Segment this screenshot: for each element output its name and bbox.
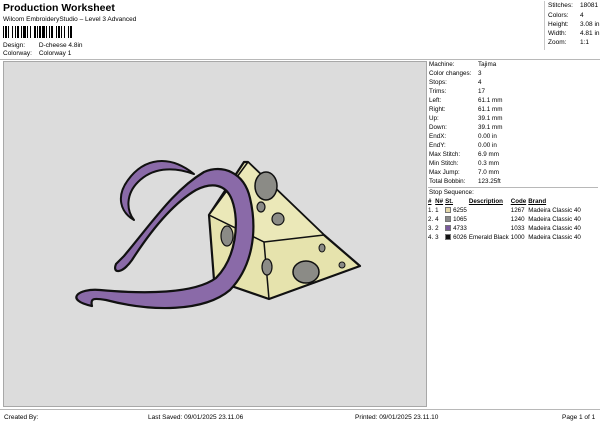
info-color-changes: Color changes: 3 <box>429 70 482 77</box>
page-title: Production Worksheet <box>3 2 115 14</box>
stop-sequence-title: Stop Sequence: <box>429 189 474 196</box>
header-divider <box>0 59 600 60</box>
info-down: Down: 39.1 mm <box>429 124 503 131</box>
colorway-row: Colorway: Colorway 1 <box>3 50 71 57</box>
stop-sequence-table: # N# St. Description Code Brand 1. 1 625… <box>428 198 583 242</box>
info-machine: Machine: Tajima <box>429 61 497 68</box>
stat-width: Width: 4.81 in <box>548 30 600 37</box>
colorway-value: Colorway 1 <box>38 50 72 57</box>
info-up: Up: 39.1 mm <box>429 115 503 122</box>
stat-zoom: Zoom: 1:1 <box>548 39 590 46</box>
stats-box: Stitches: 18081 Colors: 4 Height: 3.08 in W… <box>544 1 600 50</box>
barcode <box>3 26 72 38</box>
col-stop: # <box>428 198 432 205</box>
table-row: 1. 1 6255 1267 Madeira Classic 40 <box>428 206 581 214</box>
info-trims: Trims: 17 <box>429 88 486 95</box>
page-footer: Created By: Last Saved: 09/01/2025 23.11… <box>0 409 600 424</box>
info-right: Right: 61.1 mm <box>429 106 503 113</box>
stop-sequence-header-row: # N# St. Description Code Brand <box>428 198 583 206</box>
design-preview-canvas[interactable] <box>3 61 427 407</box>
thread-color-swatch <box>445 224 452 231</box>
col-description: Description <box>468 198 503 205</box>
created-by: Created By: <box>4 414 39 421</box>
info-stops: Stops: 4 <box>429 79 482 86</box>
stat-height: Height: 3.08 in <box>548 21 600 28</box>
col-brand: Brand <box>528 198 547 205</box>
thread-color-swatch <box>445 233 452 240</box>
machine-info-panel: Machine: Tajima Color changes: 3 Stops: 4 T… <box>428 61 598 407</box>
design-value: D-cheese 4.8in <box>38 42 83 49</box>
stat-stitches: Stitches: 18081 <box>548 2 599 9</box>
info-min-stitch: Min Stitch: 0.3 mm <box>429 160 499 167</box>
stat-colors: Colors: 4 <box>548 12 584 19</box>
info-left: Left: 61.1 mm <box>429 97 503 104</box>
thread-color-swatch <box>445 215 452 222</box>
page-number: Page 1 of 1 <box>562 414 596 421</box>
info-divider <box>428 187 598 188</box>
software-subtitle: Wilcom EmbroideryStudio – Level 3 Advanc… <box>3 16 137 23</box>
col-code: Code <box>510 198 527 205</box>
last-saved: Last Saved: 09/01/2025 23.11.06 <box>148 414 244 421</box>
info-max-jump: Max Jump: 7.0 mm <box>429 169 499 176</box>
col-stitches: St. <box>445 198 454 205</box>
info-total-bobbin: Total Bobbin: 123.25ft <box>429 178 501 185</box>
table-row: 3. 2 4733 1033 Madeira Classic 40 <box>428 224 581 232</box>
colorway-label: Colorway: <box>3 50 32 57</box>
info-endy: EndY: 0.00 in <box>429 142 497 149</box>
col-needle: N# <box>435 198 444 205</box>
worksheet-page: Production Worksheet Wilcom EmbroiderySt… <box>0 0 600 424</box>
table-row: 2. 4 1065 1240 Madeira Classic 40 <box>428 215 581 223</box>
design-label: Design: <box>3 42 26 49</box>
printed-date: Printed: 09/01/2025 23.11.10 <box>355 414 439 421</box>
design-row: Design: D-cheese 4.8in <box>3 42 83 49</box>
table-row: 4. 3 6026 Emerald Black 1000 Madeira Cla… <box>428 233 581 241</box>
info-endx: EndX: 0.00 in <box>429 133 497 140</box>
thread-color-swatch <box>445 206 452 213</box>
info-max-stitch: Max Stitch: 6.9 mm <box>429 151 499 158</box>
embroidery-artwork <box>75 160 362 310</box>
